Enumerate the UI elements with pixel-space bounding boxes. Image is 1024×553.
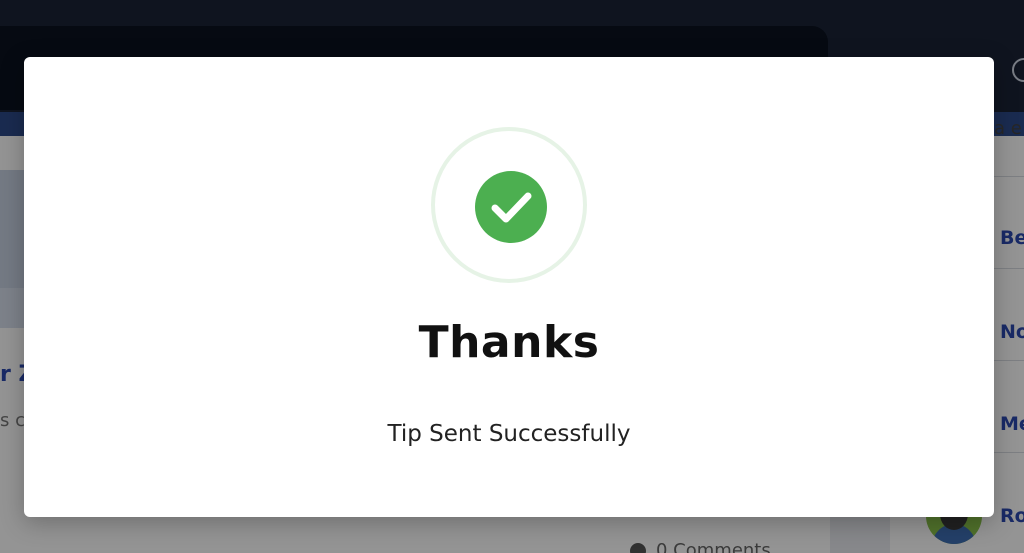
success-modal: Thanks Tip Sent Successfully <box>24 57 994 517</box>
check-circle-icon <box>475 171 547 243</box>
modal-title: Thanks <box>418 317 600 368</box>
modal-message: Tip Sent Successfully <box>387 421 631 447</box>
success-icon-ring <box>431 127 587 283</box>
checkmark-icon <box>491 192 532 223</box>
